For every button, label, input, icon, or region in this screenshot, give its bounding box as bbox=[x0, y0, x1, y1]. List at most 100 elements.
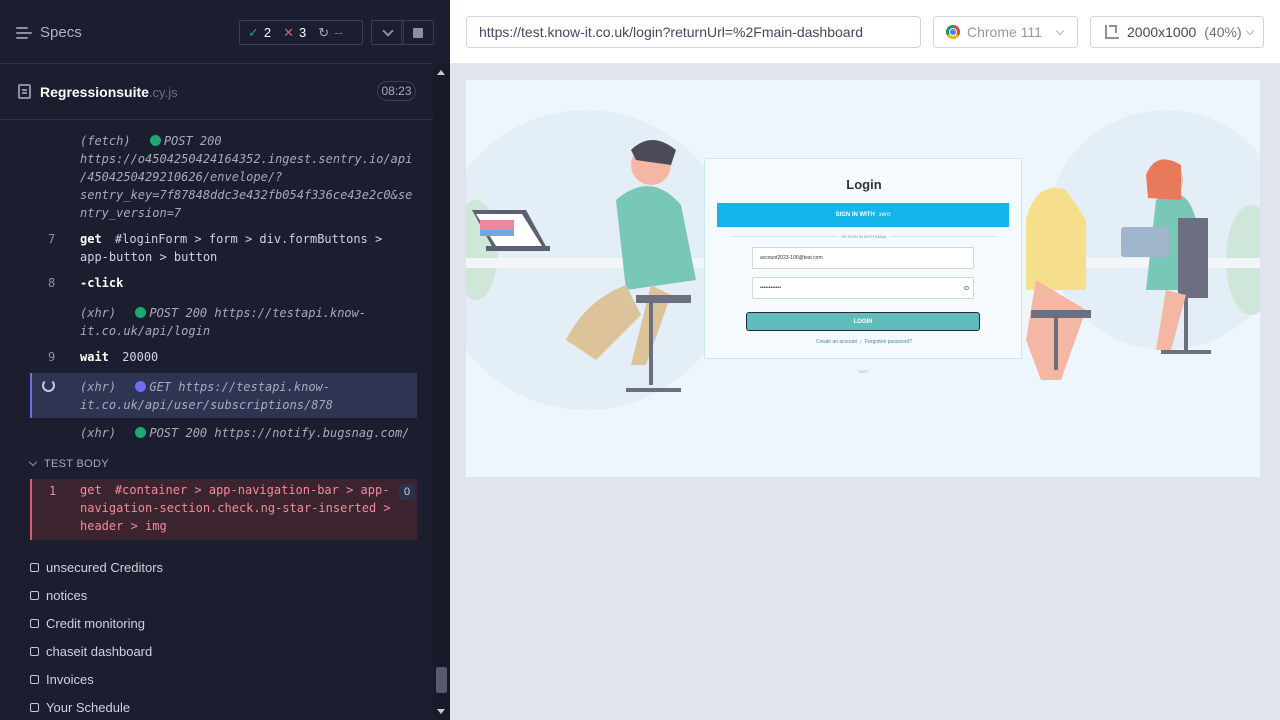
viewport-size: 2000x1000 bbox=[1127, 24, 1197, 40]
log-url: ntry_version=7 bbox=[80, 206, 182, 220]
reporter-panel: Specs ✓ 2 ✕ 3 ↻ -- Regressionsuite.cy.js bbox=[0, 0, 450, 720]
passed-stat: ✓ 2 bbox=[240, 25, 271, 41]
log-row-active-xhr[interactable]: (xhr) GET https://testapi.know- it.co.uk… bbox=[30, 373, 417, 418]
test-item[interactable]: Credit monitoring bbox=[30, 616, 145, 631]
log-arg: 20000 bbox=[122, 350, 159, 364]
failed-command-row[interactable]: 1 get #container > app-navigation-bar > … bbox=[30, 479, 417, 540]
log-type: (xhr) bbox=[80, 380, 117, 394]
log-type: (xhr) bbox=[80, 426, 117, 440]
eye-icon[interactable] bbox=[964, 286, 969, 290]
reporter-header: Specs ✓ 2 ✕ 3 ↻ -- bbox=[0, 0, 434, 64]
pending-test-icon bbox=[30, 563, 39, 572]
spec-header: Regressionsuite.cy.js bbox=[0, 64, 433, 120]
log-row-xhr[interactable]: (xhr) POST 200 https://testapi.know- it.… bbox=[30, 304, 417, 342]
browser-select[interactable]: Chrome 111 bbox=[933, 16, 1078, 48]
specs-toggle-button[interactable]: Specs bbox=[16, 24, 82, 41]
test-item[interactable]: unsecured Creditors bbox=[30, 560, 163, 575]
log-command: get bbox=[80, 232, 102, 246]
log-url: https://o4504250424164352.ingest.sentry.… bbox=[80, 152, 413, 166]
log-url: https://notify.bugsnag.com/ bbox=[214, 426, 410, 440]
status-dot-icon bbox=[135, 427, 147, 438]
log-type: (fetch) bbox=[80, 134, 131, 148]
collapse-button[interactable] bbox=[371, 20, 404, 45]
log-number: 1 bbox=[49, 484, 57, 498]
log-row-get[interactable]: 7 get #loginForm > form > div.formButton… bbox=[30, 230, 417, 268]
log-arg: #container > app-navigation-bar > app- bbox=[114, 483, 390, 497]
failed-count: 3 bbox=[299, 25, 307, 40]
pending-test-icon bbox=[30, 647, 39, 656]
version-label: TEST bbox=[858, 369, 869, 374]
log-url: sentry_key=7f87848ddc3e432fb054f336ce43e… bbox=[80, 188, 413, 202]
url-bar[interactable]: https://test.know-it.co.uk/login?returnU… bbox=[466, 16, 921, 48]
loading-spinner-icon bbox=[42, 379, 55, 392]
failed-stat: ✕ 3 bbox=[271, 25, 306, 41]
or-divider: OR SIGN IN WITH EMAIL bbox=[705, 234, 1023, 239]
stop-button[interactable] bbox=[401, 20, 434, 45]
xero-button-label: SIGN IN WITH bbox=[835, 212, 875, 218]
pending-test-icon bbox=[30, 703, 39, 712]
scroll-down-icon[interactable] bbox=[437, 709, 445, 714]
spec-filename[interactable]: Regressionsuite.cy.js bbox=[40, 84, 178, 100]
chevron-down-icon bbox=[1055, 26, 1065, 36]
browser-label: Chrome 111 bbox=[967, 24, 1042, 40]
pending-test-icon bbox=[30, 591, 39, 600]
log-arg: navigation-section.check.ng-star-inserte… bbox=[80, 501, 391, 515]
log-row-fetch[interactable]: (fetch) POST 200 https://o45042504241643… bbox=[30, 132, 417, 224]
specs-label: Specs bbox=[40, 24, 82, 41]
xero-signin-button[interactable]: SIGN IN WITH xero bbox=[717, 203, 1009, 227]
test-stats: ✓ 2 ✕ 3 ↻ -- bbox=[239, 20, 363, 45]
passed-count: 2 bbox=[263, 25, 272, 40]
stop-icon bbox=[412, 27, 423, 38]
menu-icon bbox=[16, 26, 32, 40]
test-item[interactable]: Invoices bbox=[30, 672, 94, 687]
element-count-badge: 0 bbox=[399, 484, 415, 500]
status-dot-icon bbox=[135, 307, 147, 318]
document-icon bbox=[18, 84, 31, 99]
log-number: 8 bbox=[48, 276, 56, 290]
log-command: wait bbox=[80, 350, 109, 364]
pending-count: -- bbox=[334, 25, 343, 40]
log-method: POST 200 bbox=[149, 306, 208, 320]
log-row-xhr[interactable]: (xhr) POST 200 https://notify.bugsnag.co… bbox=[30, 424, 417, 446]
scroll-up-icon[interactable] bbox=[437, 70, 445, 75]
chevron-down-icon bbox=[28, 457, 38, 467]
log-arg: #loginForm > form > div.formButtons > bbox=[114, 232, 383, 246]
chevron-down-icon bbox=[1245, 26, 1255, 36]
status-dot-icon bbox=[149, 135, 161, 146]
test-title: chaseit dashboard bbox=[46, 644, 153, 659]
log-number: 7 bbox=[48, 232, 56, 246]
login-card: Login SIGN IN WITH xero OR SIGN IN WITH … bbox=[704, 158, 1022, 359]
log-row-click[interactable]: 8 -click bbox=[30, 274, 417, 296]
auth-links: Create an account | Forgotten password? bbox=[705, 339, 1023, 345]
email-field[interactable]: account2023-106@test.com bbox=[752, 247, 974, 269]
app-under-test: Login SIGN IN WITH xero OR SIGN IN WITH … bbox=[466, 80, 1260, 477]
log-method: GET bbox=[149, 380, 172, 394]
test-body-toggle[interactable]: TEST BODY bbox=[28, 457, 109, 470]
test-body-label: TEST BODY bbox=[44, 458, 109, 470]
log-url: https://testapi.know- bbox=[214, 306, 367, 320]
test-item[interactable]: chaseit dashboard bbox=[30, 644, 152, 659]
status-dot-icon bbox=[135, 381, 147, 392]
login-button[interactable]: LOGIN bbox=[746, 312, 980, 331]
test-item[interactable]: notices bbox=[30, 588, 87, 603]
log-url: it.co.uk/api/login bbox=[80, 324, 211, 338]
zoom-level: (40%) bbox=[1204, 24, 1242, 40]
create-account-link[interactable]: Create an account bbox=[816, 339, 857, 345]
viewport-select[interactable]: 2000x1000 (40%) bbox=[1090, 16, 1264, 48]
log-row-wait[interactable]: 9 wait 20000 bbox=[30, 348, 417, 370]
ruler-icon bbox=[1105, 25, 1119, 39]
scroll-thumb[interactable] bbox=[436, 667, 447, 693]
log-arg: app-button > button bbox=[80, 250, 218, 264]
password-field[interactable]: •••••••••••• bbox=[752, 277, 974, 299]
forgotten-password-link[interactable]: Forgotten password? bbox=[865, 339, 912, 345]
log-method: POST 200 bbox=[149, 426, 208, 440]
test-title: unsecured Creditors bbox=[46, 560, 164, 575]
spinner-icon: ↻ bbox=[318, 24, 330, 40]
reporter-scrollbar[interactable] bbox=[433, 64, 450, 720]
test-item[interactable]: Your Schedule bbox=[30, 700, 130, 715]
login-title: Login bbox=[846, 177, 882, 192]
log-command: get bbox=[80, 483, 102, 497]
log-command: -click bbox=[80, 276, 124, 290]
link-separator: | bbox=[860, 339, 862, 345]
chevron-down-icon bbox=[381, 24, 394, 37]
